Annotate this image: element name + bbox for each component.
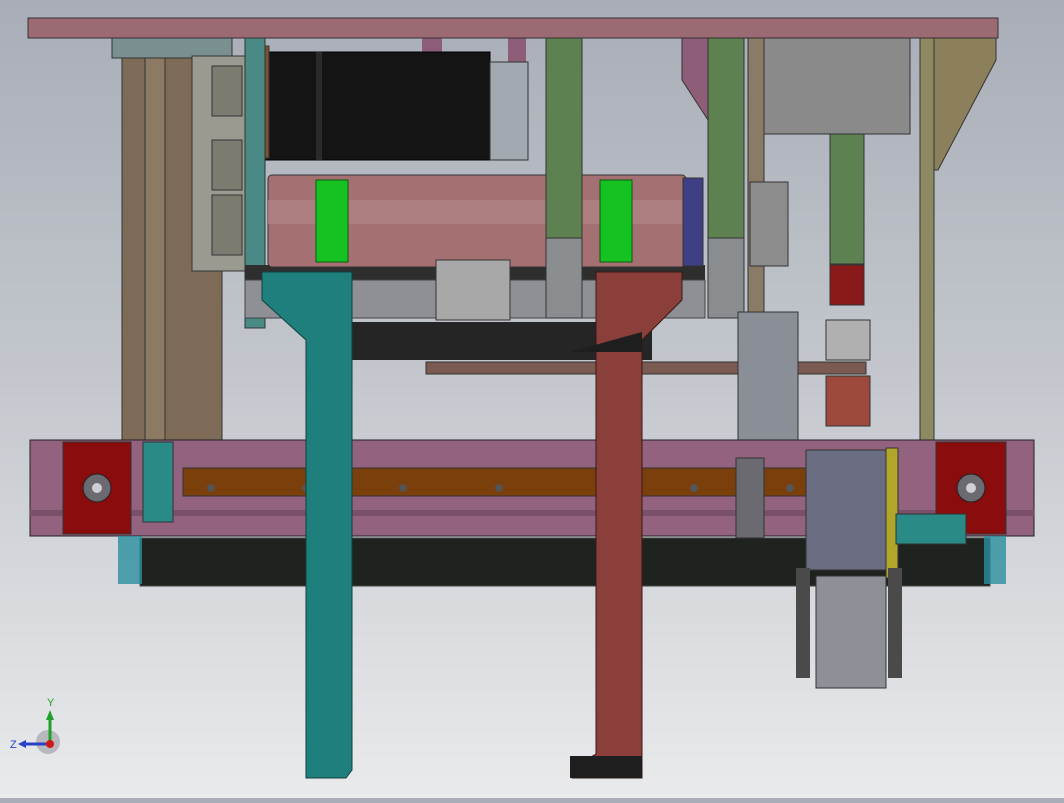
machine-assembly-model[interactable] (0, 0, 1064, 798)
z-arrowhead (18, 740, 26, 748)
cylinder-left-rod (545, 237, 583, 319)
gripper-assembly[interactable] (737, 311, 799, 453)
end-block-left-hole-inner (92, 483, 102, 493)
base-plate-foot-right (984, 536, 1006, 584)
green-cylinder-right[interactable] (829, 133, 865, 265)
triad-graphic: Y Z (10, 697, 60, 754)
yellow-guide-rod (885, 447, 899, 579)
bolt-5 (690, 484, 698, 492)
small-piston (735, 457, 765, 539)
mid-lift-block (435, 259, 511, 321)
motor-body[interactable] (264, 51, 491, 161)
cylinder-left[interactable] (545, 37, 583, 239)
red-arm-foot (570, 756, 642, 778)
y-arrowhead (46, 710, 54, 720)
roller-green-band-right (599, 179, 633, 263)
gear-3 (211, 194, 243, 256)
bolt-3 (399, 484, 407, 492)
gear-1 (211, 65, 243, 117)
bolt-6 (786, 484, 794, 492)
gear-2 (211, 139, 243, 191)
motor-gearbox (489, 61, 529, 161)
roller-right-cap (682, 177, 704, 267)
end-block-right-hole-inner (966, 483, 976, 493)
coordinate-triad: Y Z (8, 696, 68, 756)
clamp-block-1 (825, 319, 871, 361)
origin-point (46, 740, 54, 748)
cylinder-right-rod (707, 237, 745, 319)
bolt-4 (495, 484, 503, 492)
cylinder-right[interactable] (707, 37, 745, 239)
gray-box-housing (763, 37, 911, 135)
purple-rod-2 (508, 38, 526, 62)
motor-end-cap (316, 52, 322, 160)
back-frame-left-inner (144, 57, 166, 441)
brown-crossbar (425, 361, 867, 375)
bolt-1 (207, 484, 215, 492)
teal-bracket-left (142, 441, 174, 523)
base-plate-foot-left (118, 536, 142, 584)
gripper-jaw-left (796, 568, 810, 678)
teal-link-right (895, 513, 967, 545)
gripper-stack[interactable] (805, 449, 899, 571)
gripper-body[interactable] (815, 575, 887, 689)
gray-slide-block (749, 181, 789, 267)
mid-triangle-bracket (681, 37, 709, 122)
z-axis-label: Z (10, 739, 17, 751)
roller-green-band-left (315, 179, 349, 263)
clamp-block-2 (825, 375, 871, 427)
front-brown-bar (182, 467, 824, 497)
cad-viewport[interactable] (0, 0, 1064, 798)
red-clamp (829, 264, 865, 306)
y-axis-label: Y (47, 697, 55, 709)
top-plate[interactable] (27, 17, 999, 39)
gray-mount-plate (111, 37, 233, 59)
gripper-jaw-right (888, 568, 902, 678)
